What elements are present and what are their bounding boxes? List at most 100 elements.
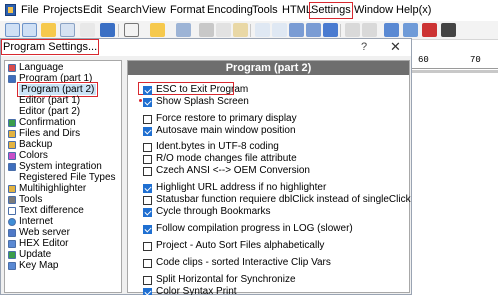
tree-item-editor-part2[interactable]: Editor (part 2) <box>5 106 121 117</box>
option-esc-exit[interactable]: ESC to Exit Program <box>128 84 409 95</box>
checkbox[interactable] <box>143 184 152 193</box>
menu-edit[interactable]: Edit <box>83 4 102 17</box>
cut-icon[interactable] <box>199 23 214 37</box>
option-autosave-window[interactable]: Autosave main window position <box>128 125 409 136</box>
tools-icon[interactable] <box>403 23 418 37</box>
document-icon[interactable] <box>100 23 115 37</box>
toolbar-button-2[interactable] <box>22 23 37 37</box>
tree-item-registered-file-types[interactable]: Registered File Types <box>5 172 121 183</box>
checkbox[interactable] <box>143 143 152 152</box>
search-icon[interactable] <box>255 23 270 37</box>
paste-icon[interactable] <box>233 23 248 37</box>
app-icon[interactable] <box>5 4 16 16</box>
copy-icon[interactable] <box>216 23 231 37</box>
page-icon[interactable] <box>80 23 95 37</box>
tree-item-program-part2[interactable]: Program (part 2) <box>5 82 121 97</box>
tree-item-label: Tools <box>19 194 43 205</box>
program-icon <box>8 75 16 83</box>
checkbox[interactable] <box>143 208 152 217</box>
open-folder-icon[interactable] <box>150 23 165 37</box>
print-icon[interactable] <box>345 23 360 37</box>
option-ident-bytes[interactable]: Ident.bytes in UTF-8 coding <box>128 141 409 152</box>
help-button[interactable]: ? <box>361 41 367 53</box>
replace-icon[interactable] <box>272 23 287 37</box>
find-next-icon[interactable] <box>289 23 304 37</box>
save-all-icon[interactable] <box>176 23 191 37</box>
menu-file[interactable]: File <box>21 4 39 17</box>
checkbox[interactable] <box>143 98 152 107</box>
checkbox[interactable] <box>143 155 152 164</box>
tree-item-editor-part1[interactable]: Editor (part 1) <box>5 95 121 106</box>
stop-icon[interactable] <box>422 23 437 37</box>
tree-item-multihighlighter[interactable]: Multihighlighter <box>5 183 121 194</box>
checkbox[interactable] <box>143 276 152 285</box>
checkbox[interactable] <box>143 259 152 268</box>
tree-item-key-map[interactable]: Key Map <box>5 260 121 271</box>
toolbar-button-1[interactable] <box>5 23 20 37</box>
tree-item-tools[interactable]: Tools <box>5 194 121 205</box>
folder-icon[interactable] <box>41 23 56 37</box>
new-file-icon[interactable] <box>124 23 139 37</box>
tree-item-web-server[interactable]: Web server <box>5 227 121 238</box>
option-force-restore[interactable]: Force restore to primary display <box>128 113 409 124</box>
checkbox[interactable] <box>143 115 152 124</box>
settings-category-tree[interactable]: Language Program (part 1) Program (part … <box>4 60 122 293</box>
checkbox[interactable] <box>143 86 152 95</box>
tree-item-text-difference[interactable]: Text difference <box>5 205 121 216</box>
option-highlight-url[interactable]: Highlight URL address if no highlighter <box>128 182 409 193</box>
option-statusbar-dblclick[interactable]: Statusbar function requiere dblClick ins… <box>128 194 411 205</box>
preview-icon[interactable] <box>362 23 377 37</box>
tree-item-backup[interactable]: Backup <box>5 139 121 150</box>
option-label: Ident.bytes in UTF-8 coding <box>156 141 279 152</box>
menu-view[interactable]: View <box>142 4 166 17</box>
option-split-horizontal[interactable]: Split Horizontal for Synchronize <box>128 274 409 285</box>
option-label: ESC to Exit Program <box>156 84 249 95</box>
tree-item-update[interactable]: Update <box>5 249 121 260</box>
tree-item-files-and-dirs[interactable]: Files and Dirs <box>5 128 121 139</box>
tree-item-system-integration[interactable]: System integration <box>5 161 121 172</box>
option-color-syntax-print[interactable]: Color Syntax Print <box>128 286 409 295</box>
checkbox[interactable] <box>143 167 152 176</box>
menu-tools[interactable]: Tools <box>252 4 278 17</box>
settings-icon[interactable] <box>384 23 399 37</box>
toolbar-separator <box>118 24 119 37</box>
tree-item-language[interactable]: Language <box>5 62 121 73</box>
tree-item-colors[interactable]: Colors <box>5 150 121 161</box>
option-splash-screen[interactable]: Show Splash Screen <box>128 96 409 107</box>
checkbox[interactable] <box>143 225 152 234</box>
checkbox[interactable] <box>143 242 152 251</box>
toolbar-separator <box>250 24 251 37</box>
menu-format[interactable]: Format <box>170 4 205 17</box>
update-icon <box>8 251 16 259</box>
option-ro-mode[interactable]: R/O mode changes file attribute <box>128 153 409 164</box>
option-label: Czech ANSI <--> OEM Conversion <box>156 165 310 176</box>
terminal-icon[interactable] <box>441 23 456 37</box>
menu-html[interactable]: HTML <box>282 4 312 17</box>
close-button[interactable]: ✕ <box>390 39 401 55</box>
checkbox[interactable] <box>143 288 152 295</box>
dialog-titlebar[interactable]: Program Settings... ? ✕ <box>0 39 411 56</box>
menu-search[interactable]: Search <box>107 4 142 17</box>
checkbox[interactable] <box>143 127 152 136</box>
menu-help[interactable]: Help(x) <box>396 4 431 17</box>
menu-encoding[interactable]: Encoding <box>207 4 253 17</box>
option-project-sort[interactable]: Project - Auto Sort Files alphabetically <box>128 240 409 251</box>
menu-projects[interactable]: Projects <box>43 4 83 17</box>
bookmark-icon[interactable] <box>323 23 338 37</box>
option-label: Cycle through Bookmarks <box>156 206 271 217</box>
checkbox[interactable] <box>143 196 152 205</box>
goto-icon[interactable] <box>306 23 321 37</box>
option-code-clips[interactable]: Code clips - sorted Interactive Clip Var… <box>128 257 409 268</box>
tree-item-hex-editor[interactable]: HEX Editor <box>5 238 121 249</box>
menu-window[interactable]: Window <box>354 4 393 17</box>
tree-item-program-part1[interactable]: Program (part 1) <box>5 73 121 84</box>
tree-item-confirmation[interactable]: Confirmation <box>5 117 121 128</box>
tree-item-label: Internet <box>19 216 53 227</box>
option-follow-compilation[interactable]: Follow compilation progress in LOG (slow… <box>128 223 409 234</box>
menu-settings[interactable]: Settings <box>309 2 353 19</box>
tree-item-internet[interactable]: Internet <box>5 216 121 227</box>
option-cycle-bookmarks[interactable]: Cycle through Bookmarks <box>128 206 409 217</box>
option-czech-ansi[interactable]: Czech ANSI <--> OEM Conversion <box>128 165 409 176</box>
confirmation-icon <box>8 119 16 127</box>
save-icon[interactable] <box>60 23 75 37</box>
